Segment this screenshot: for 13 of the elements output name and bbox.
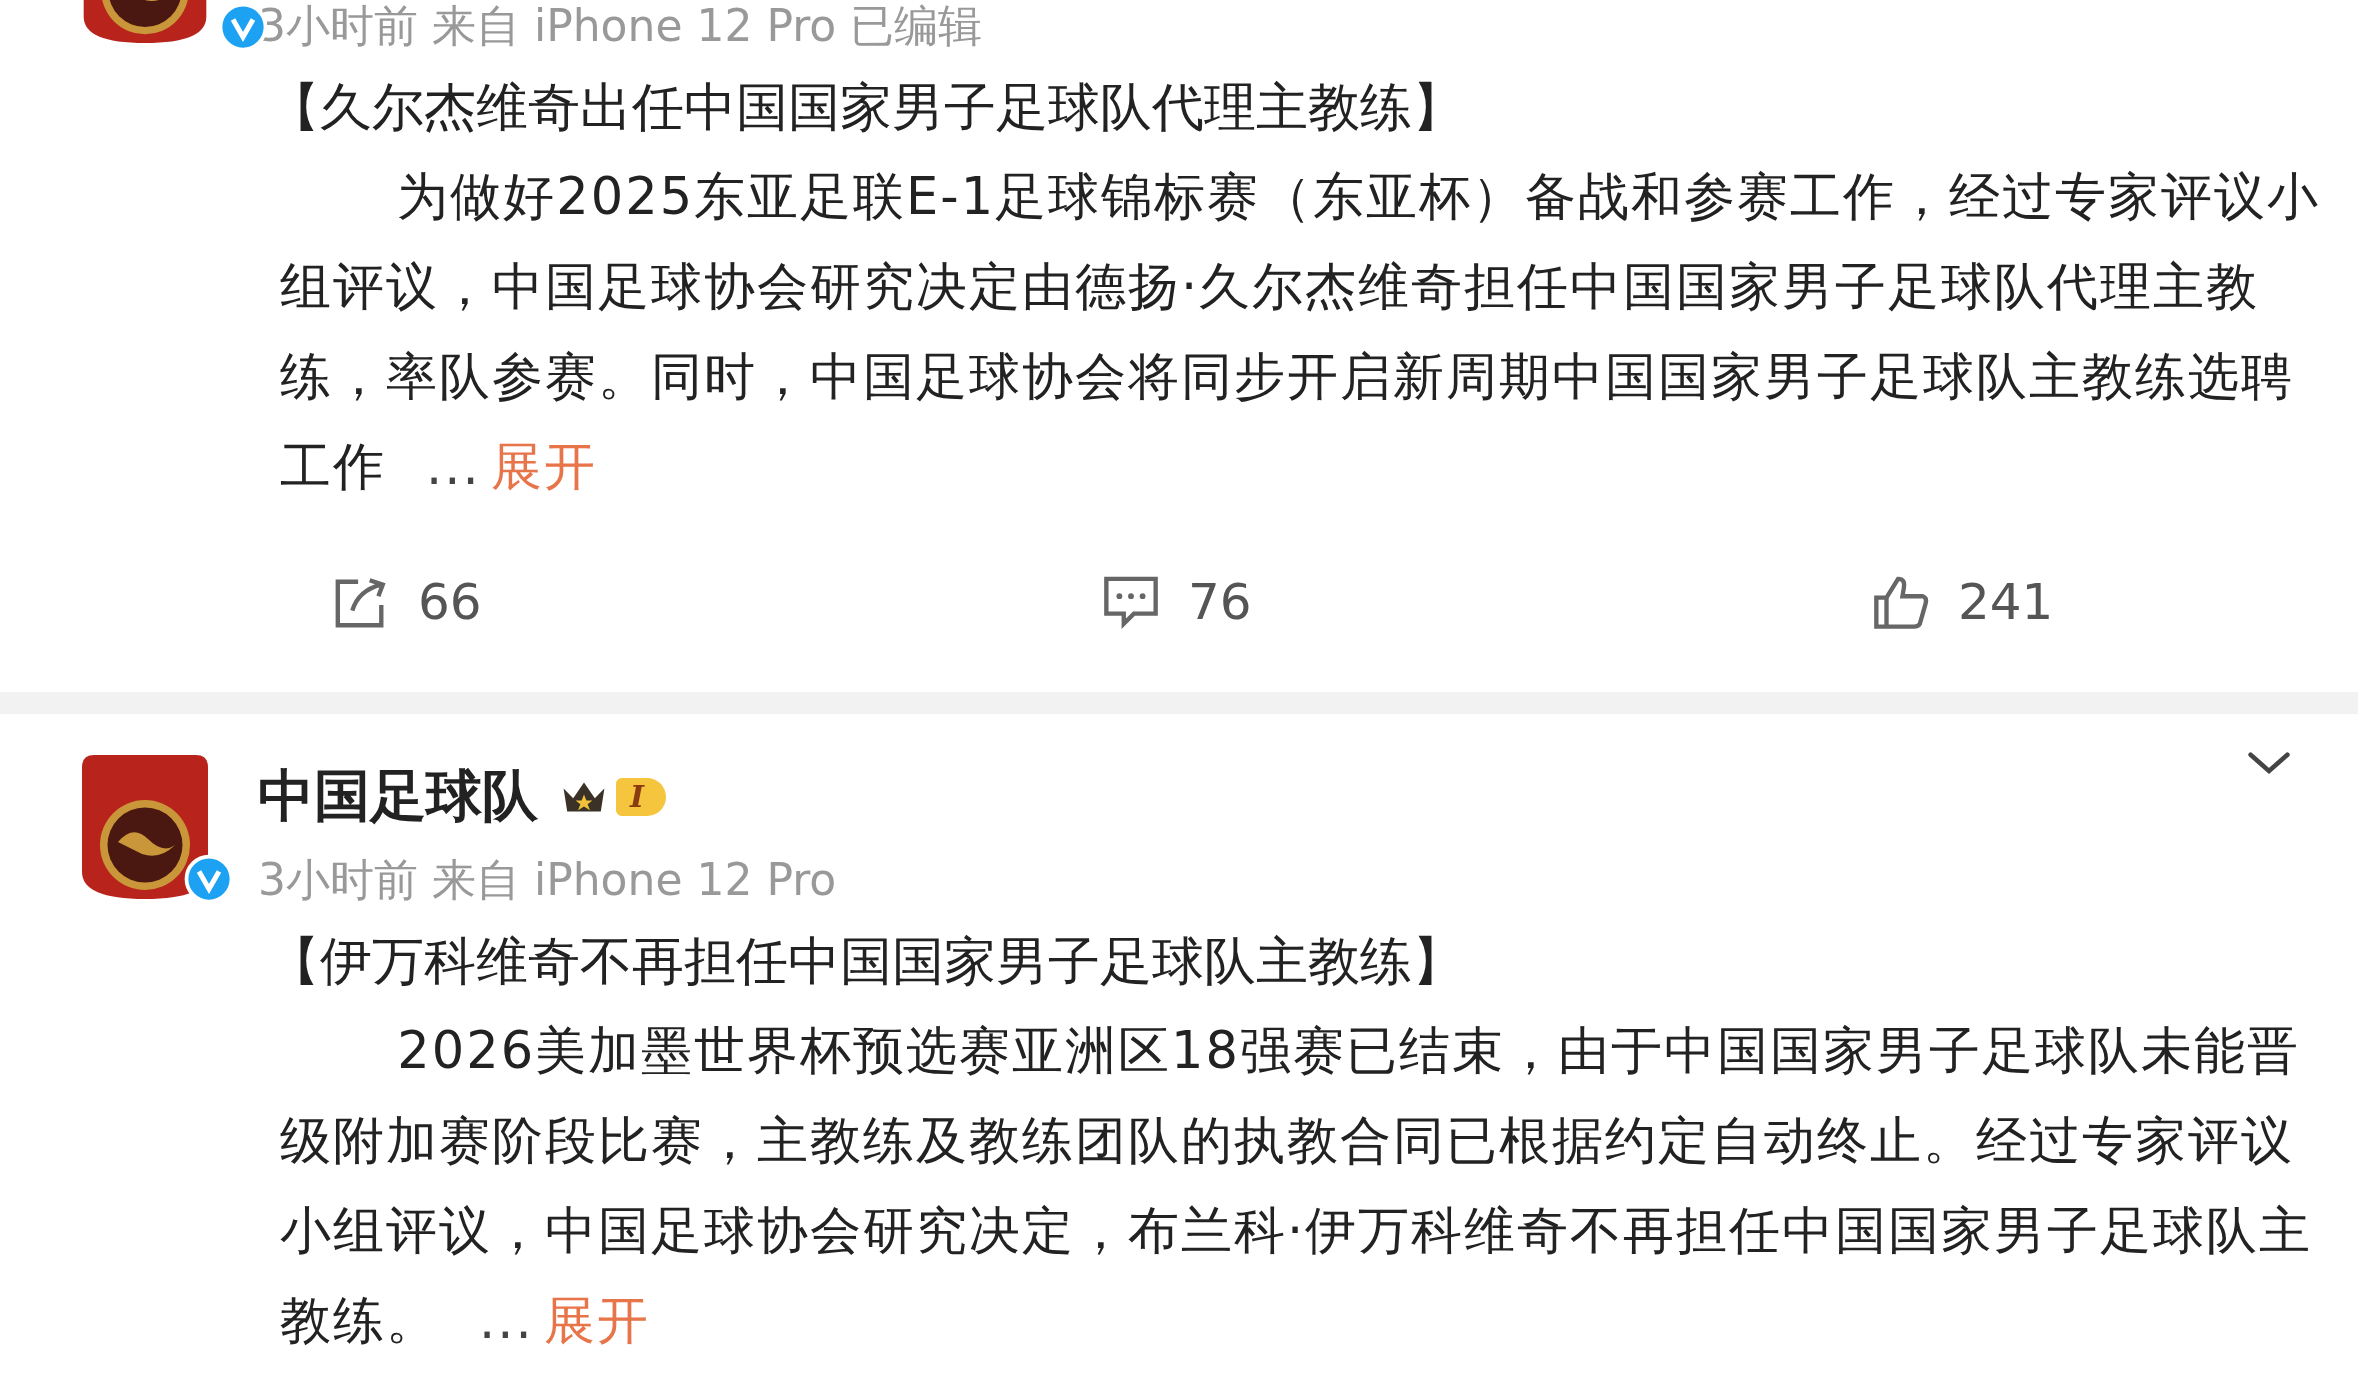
post-text: 为做好2025东亚足联E-1足球锦标赛（东亚杯）备战和参赛工作，经过专家评议小组评议，中国足球协会研究决定由德扬·久尔杰维奇担任中国国家男子足球队代理主教练，率队参赛。同时，中国足球协会将同步开启新周期中国国家男子足球队主教练选聘工作 ... 展开 xyxy=(280,166,2322,498)
author-name[interactable]: 中国足球队 xyxy=(258,759,538,835)
post-meta: 3小时前 来自 iPhone 12 Pro 已编辑 xyxy=(258,0,983,52)
expand-link[interactable]: 展开 xyxy=(543,1291,650,1350)
action-count: 66 xyxy=(418,573,482,631)
post-title: 【伊万科维奇不再担任中国国家男子足球队主教练】 xyxy=(268,930,1465,993)
expand-link[interactable]: 展开 xyxy=(490,437,597,496)
action-count: 76 xyxy=(1188,573,1252,631)
level-badge: I xyxy=(616,778,667,816)
post-text: 2026美加墨世界杯预选赛亚洲区18强赛已结束，由于中国国家男子足球队未能晋级附加赛阶段比赛，主教练及教练团队的执教合同已根据约定自动终止。经过专家评议小组评议，中国足球协会研究决定，布兰科·伊万科维奇不再担任中国国家男子足球队主教练。 ... 展开 xyxy=(280,1020,2314,1352)
action-count: 241 xyxy=(1958,573,2054,631)
post-title: 【久尔杰维奇出任中国国家男子足球队代理主教练】 xyxy=(268,76,1465,139)
post-meta: 3小时前 来自 iPhone 12 Pro xyxy=(258,854,837,906)
